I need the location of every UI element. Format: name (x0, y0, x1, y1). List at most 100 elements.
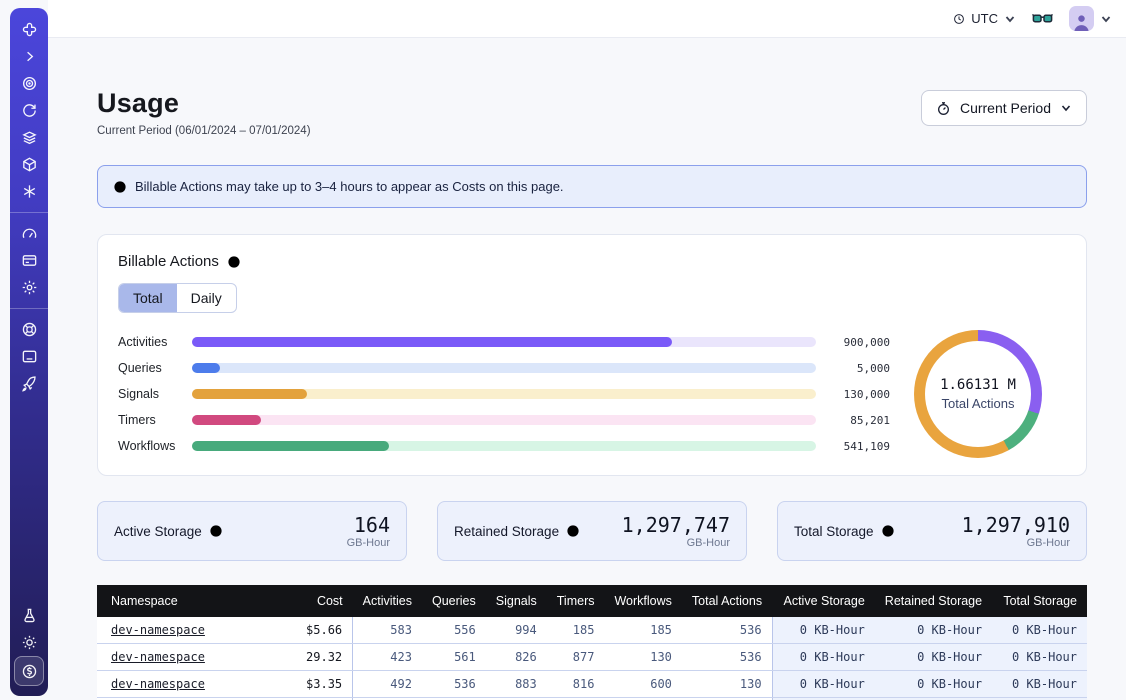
storage-cell: 0 KB-Hour (875, 617, 992, 644)
total-storage-card: Total Storage 1,297,910 GB-Hour (777, 501, 1087, 561)
info-icon[interactable] (227, 255, 241, 269)
table-header-row: NamespaceCostActivitiesQueriesSignalsTim… (97, 585, 1087, 617)
metric-cell: 185 (547, 617, 605, 644)
table-body: dev-namespace$5.665835569941851855360 KB… (97, 617, 1087, 700)
info-icon[interactable] (566, 524, 580, 538)
donut-total-value: 1.66131 M (940, 377, 1016, 393)
active-storage-value: 164 (347, 514, 390, 536)
column-header-queries: Queries (422, 585, 486, 617)
glasses-icon[interactable] (1032, 12, 1053, 26)
workflows-icon[interactable] (14, 70, 44, 97)
info-banner: Billable Actions may take up to 3–4 hour… (97, 165, 1087, 208)
metric-cell: 994 (486, 617, 547, 644)
storage-cell: 0 KB-Hour (992, 671, 1087, 698)
total-storage-label: Total Storage (794, 524, 874, 539)
cost-cell: $5.66 (285, 617, 353, 644)
usage-icon[interactable] (14, 220, 44, 247)
metric-cell: 492 (353, 671, 422, 698)
namespace-link[interactable]: dev-namespace (111, 623, 205, 637)
billable-actions-title: Billable Actions (118, 253, 219, 270)
total-daily-toggle: Total Daily (118, 283, 237, 313)
total-storage-unit: GB-Hour (962, 537, 1070, 549)
bar-fill (192, 337, 672, 347)
getting-started-icon[interactable] (14, 370, 44, 397)
column-header-total-actions: Total Actions (682, 585, 772, 617)
namespace-usage-table: NamespaceCostActivitiesQueriesSignalsTim… (97, 585, 1087, 700)
bar-label: Queries (118, 361, 192, 375)
bar-track (192, 441, 816, 451)
user-menu[interactable] (1069, 6, 1112, 31)
period-dropdown-button[interactable]: Current Period (921, 90, 1087, 126)
storage-cell: 0 KB-Hour (875, 644, 992, 671)
settings-icon[interactable] (14, 274, 44, 301)
column-header-activities: Activities (353, 585, 422, 617)
namespace-link[interactable]: dev-namespace (111, 677, 205, 691)
page-title: Usage (97, 88, 311, 119)
tab-daily[interactable]: Daily (177, 284, 236, 312)
collapse-sidebar-icon[interactable] (14, 43, 44, 70)
namespaces-icon[interactable] (14, 124, 44, 151)
bar-value: 130,000 (828, 388, 890, 401)
bar-value: 541,109 (828, 440, 890, 453)
metric-cell: 130 (604, 644, 681, 671)
bar-fill (192, 441, 389, 451)
stopwatch-icon (936, 101, 951, 116)
info-banner-text: Billable Actions may take up to 3–4 hour… (135, 179, 564, 194)
bar-value: 85,201 (828, 414, 890, 427)
metric-cell: 600 (604, 671, 681, 698)
donut-total-label: Total Actions (942, 396, 1015, 411)
metric-cell: 536 (422, 671, 486, 698)
metric-cell: 877 (547, 644, 605, 671)
info-icon[interactable] (881, 524, 895, 538)
chevron-down-icon (1004, 13, 1016, 25)
deployments-icon[interactable] (14, 151, 44, 178)
nexus-icon[interactable] (14, 178, 44, 205)
bar-row-signals: Signals 130,000 (118, 381, 890, 407)
billing-icon[interactable] (14, 247, 44, 274)
period-dropdown-label: Current Period (960, 100, 1051, 116)
bar-label: Signals (118, 387, 192, 401)
billable-actions-bar-chart: Activities900,000Queries5,000 Signals 130,… (118, 329, 890, 459)
avatar (1069, 6, 1094, 31)
storage-cell: 0 KB-Hour (875, 671, 992, 698)
schedules-icon[interactable] (14, 97, 44, 124)
temporal-logo-icon[interactable] (14, 16, 44, 43)
theme-toggle-icon[interactable] (14, 629, 44, 656)
bar-row-queries: Queries5,000 (118, 355, 890, 381)
support-icon[interactable] (14, 316, 44, 343)
chevron-down-icon (1060, 102, 1072, 114)
bar-row-activities: Activities900,000 (118, 329, 890, 355)
bar-track (192, 337, 816, 347)
bar-fill (192, 389, 307, 399)
total-actions-cell: 536 (682, 644, 772, 671)
column-header-namespace: Namespace (97, 585, 285, 617)
column-header-timers: Timers (547, 585, 605, 617)
metric-cell: 561 (422, 644, 486, 671)
table-row: dev-namespace$3.354925368838166001300 KB… (97, 671, 1087, 698)
namespace-link[interactable]: dev-namespace (111, 650, 205, 664)
cost-cell: $3.35 (285, 671, 353, 698)
retained-storage-unit: GB-Hour (622, 537, 730, 549)
timezone-selector[interactable]: UTC (953, 11, 1016, 26)
main-area: Usage Current Period (06/01/2024 – 07/01… (48, 38, 1126, 700)
retained-storage-label: Retained Storage (454, 524, 559, 539)
total-storage-value: 1,297,910 (962, 514, 1070, 536)
timezone-label: UTC (971, 11, 998, 26)
total-actions-cell: 130 (682, 671, 772, 698)
total-actions-donut-chart: 1.66131 M Total Actions (914, 330, 1042, 458)
info-icon[interactable] (209, 524, 223, 538)
bar-track (192, 363, 816, 373)
labs-icon[interactable] (14, 602, 44, 629)
active-storage-card: Active Storage 164 GB-Hour (97, 501, 407, 561)
storage-cell: 0 KB-Hour (992, 617, 1087, 644)
column-header-workflows: Workflows (604, 585, 681, 617)
retained-storage-card: Retained Storage 1,297,747 GB-Hour (437, 501, 747, 561)
bar-fill (192, 415, 261, 425)
namespace-cell: dev-namespace (97, 617, 285, 644)
cost-cell: 29.32 (285, 644, 353, 671)
release-notes-icon[interactable] (14, 343, 44, 370)
cost-icon[interactable] (14, 656, 44, 686)
tab-total[interactable]: Total (119, 284, 177, 312)
metric-cell: 816 (547, 671, 605, 698)
info-icon (113, 180, 127, 194)
